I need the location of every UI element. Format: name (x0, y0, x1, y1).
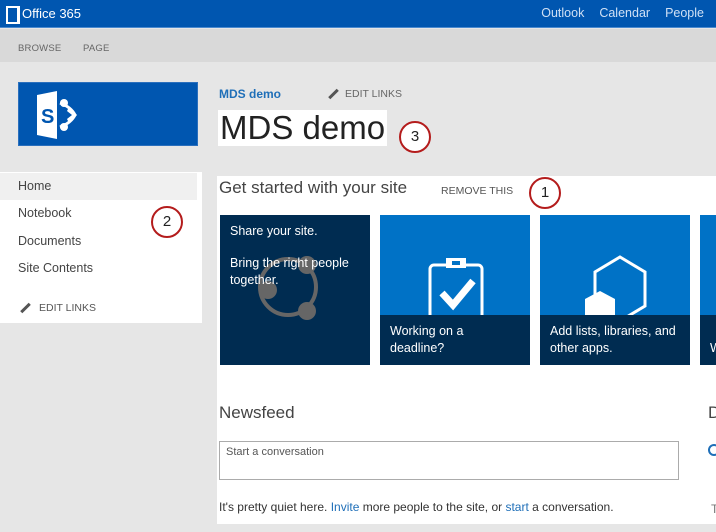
nav-item-site-contents[interactable]: Site Contents (0, 255, 197, 282)
tile-share-line1: Share your site. (230, 224, 318, 238)
ribbon: BROWSE PAGE (0, 29, 716, 62)
tab-page[interactable]: PAGE (83, 43, 110, 54)
quiet-text-suffix: a conversation. (528, 500, 614, 514)
page-title: MDS demo (218, 109, 388, 146)
suite-bar: Office 365 Outlook Calendar People (0, 0, 716, 28)
right-column-heading: D (708, 403, 716, 422)
nav-edit-links-button[interactable]: EDIT LINKS (20, 302, 96, 314)
tile-partial[interactable]: W (700, 215, 716, 365)
site-logo[interactable]: S (18, 82, 198, 146)
tile-partial-label: W (710, 341, 716, 355)
suite-link-outlook[interactable]: Outlook (541, 6, 584, 20)
callout-3: 3 (399, 121, 431, 153)
callout-2: 2 (151, 206, 183, 238)
right-column-text: T (711, 502, 716, 516)
nav-edit-links-label: EDIT LINKS (39, 302, 96, 314)
left-navigation: Home Notebook Documents Site Contents ED… (0, 172, 202, 323)
newsfeed-heading: Newsfeed (219, 403, 295, 422)
office365-brand[interactable]: Office 365 (6, 5, 82, 24)
tile-share-site[interactable]: Share your site. Bring the right people … (220, 215, 370, 365)
tile-add-apps-label: Add lists, libraries, and other apps. (550, 324, 676, 355)
sharepoint-logo-icon: S (37, 91, 77, 139)
nav-item-home[interactable]: Home (0, 173, 197, 200)
tile-share-line2: Bring the right people together. (230, 256, 349, 287)
quiet-text-prefix: It's pretty quiet here. (219, 500, 331, 514)
tab-browse[interactable]: BROWSE (18, 43, 61, 54)
quiet-text-middle: more people to the site, or (359, 500, 506, 514)
get-started-heading: Get started with your site (219, 178, 408, 197)
remove-this-button[interactable]: REMOVE THIS (441, 185, 513, 197)
tile-add-apps[interactable]: Add lists, libraries, and other apps. (540, 215, 690, 365)
start-conversation-input[interactable] (219, 441, 679, 480)
callout-1: 1 (529, 177, 561, 209)
top-edit-links-button[interactable]: EDIT LINKS (328, 88, 402, 100)
office-logo-icon (6, 5, 20, 24)
invite-link[interactable]: Invite (331, 500, 360, 514)
breadcrumb-site-link[interactable]: MDS demo (219, 87, 281, 101)
tile-deadline-label: Working on a deadline? (390, 324, 464, 355)
newsfeed-empty-message: It's pretty quiet here. Invite more peop… (219, 500, 614, 514)
pencil-icon (328, 89, 339, 100)
start-link[interactable]: start (505, 500, 528, 514)
pencil-icon (20, 303, 31, 314)
suite-link-people[interactable]: People (665, 6, 704, 20)
svg-text:S: S (41, 106, 54, 128)
brand-label: Office 365 (22, 5, 82, 21)
suite-link-calendar[interactable]: Calendar (599, 6, 650, 20)
add-circle-icon[interactable] (708, 444, 716, 456)
tile-deadline[interactable]: Working on a deadline? (380, 215, 530, 365)
suite-links: Outlook Calendar People (541, 6, 704, 20)
edit-links-label: EDIT LINKS (345, 88, 402, 100)
